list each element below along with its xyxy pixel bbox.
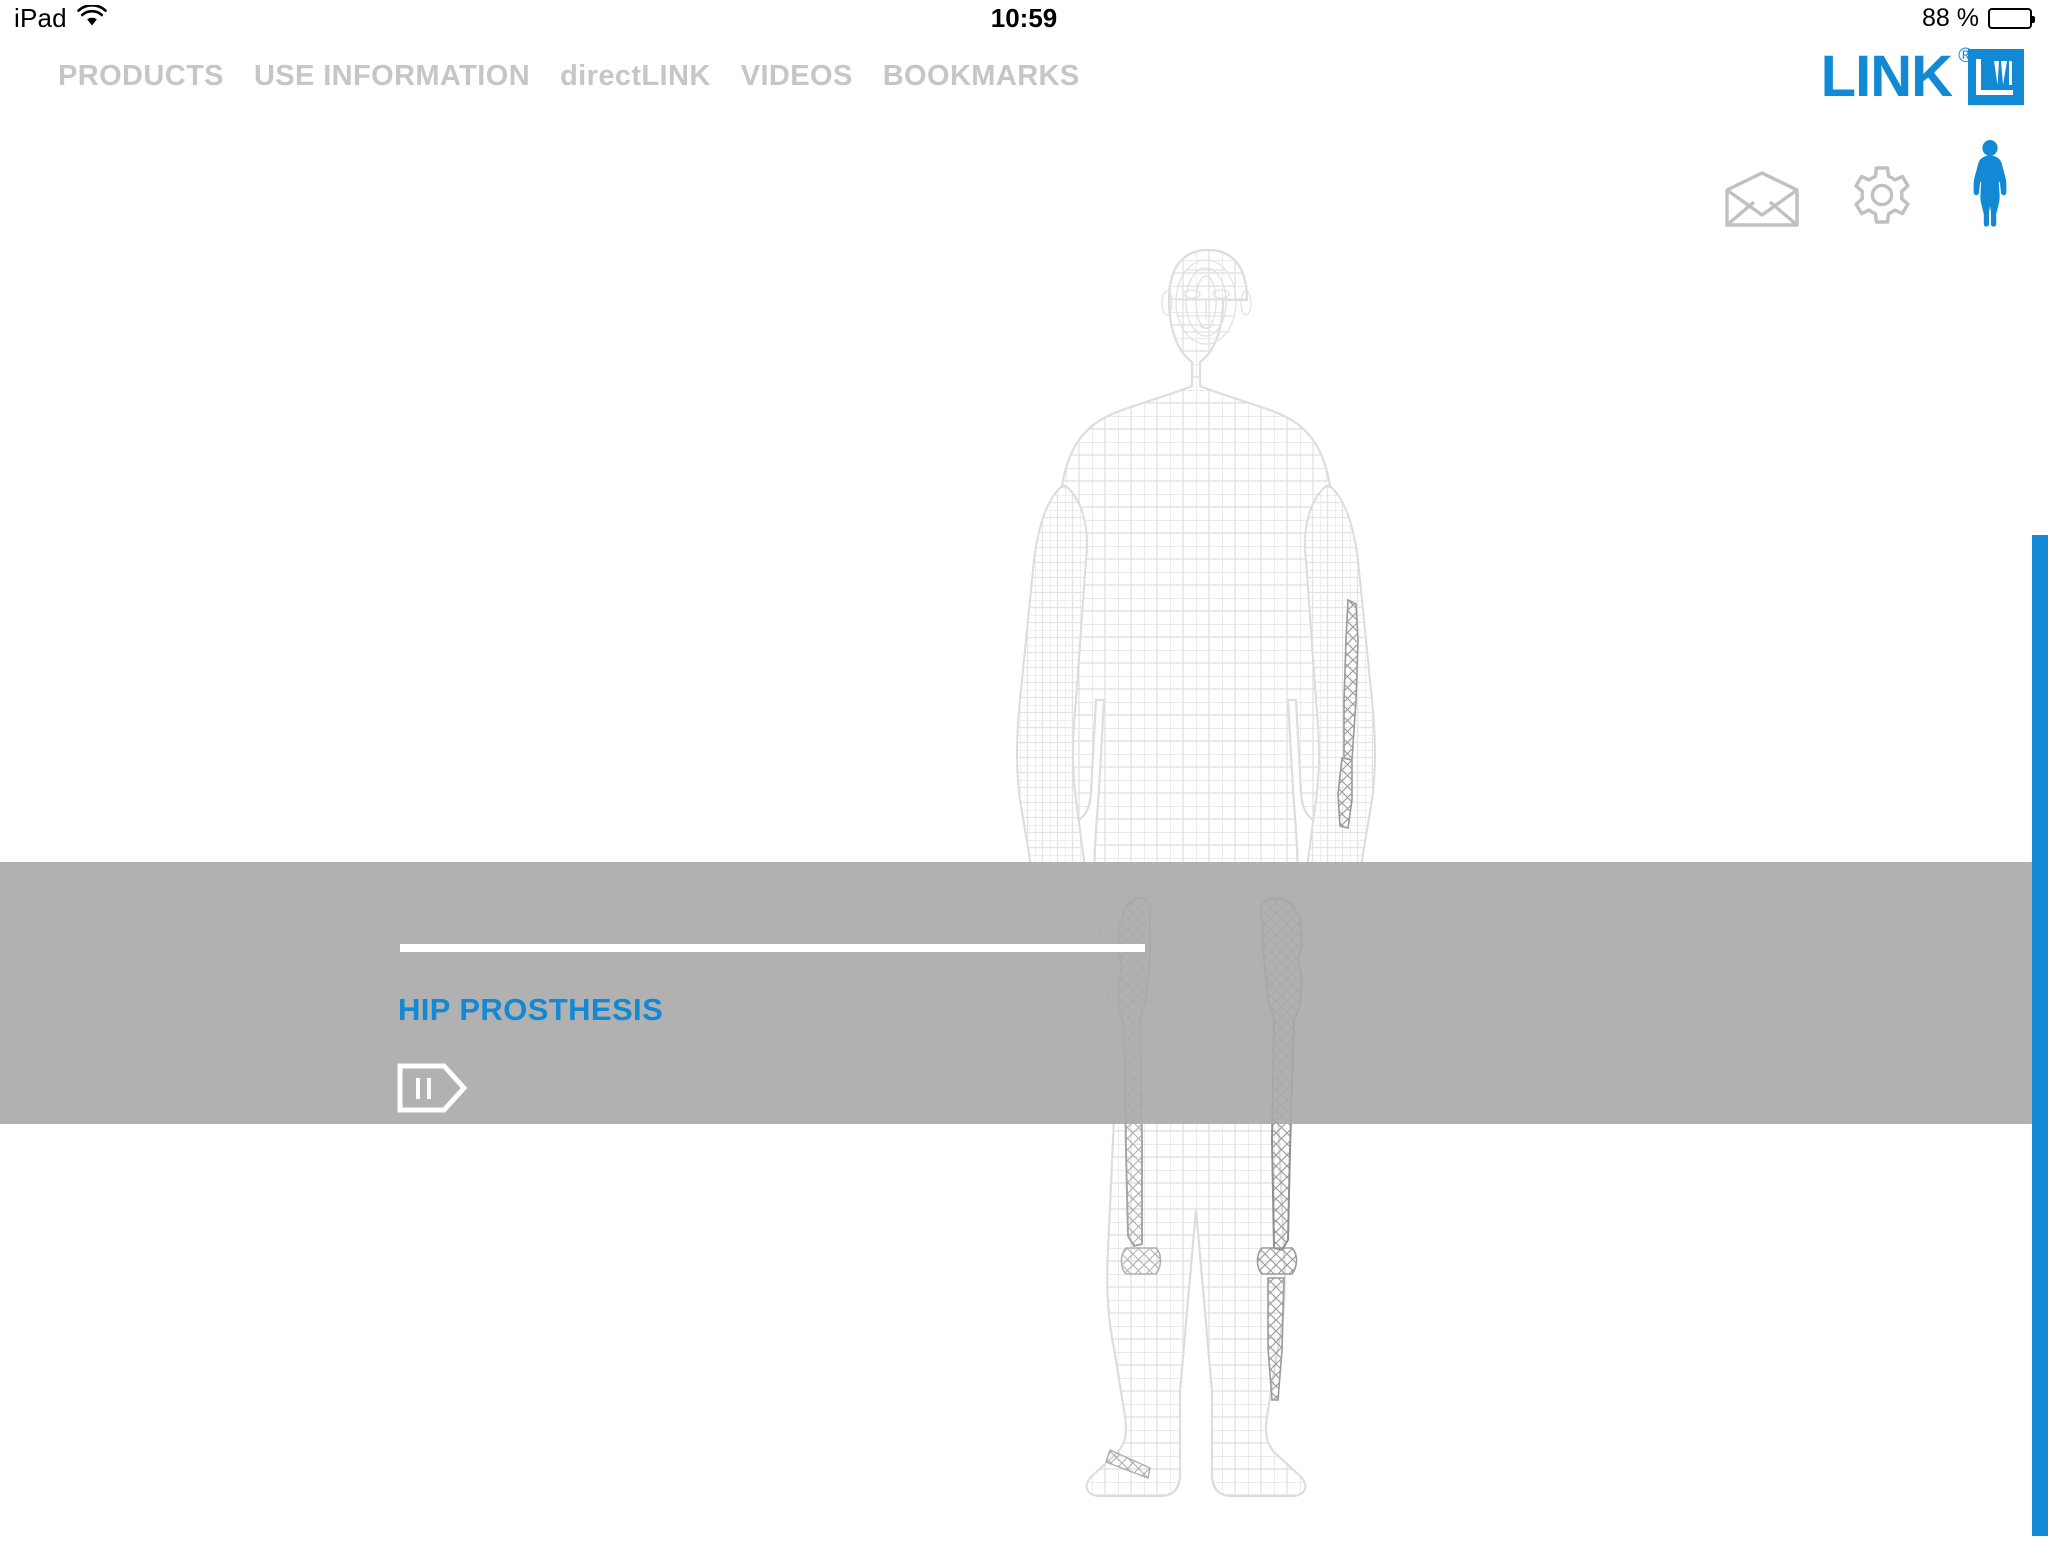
brand-logo[interactable]: LINK ® <box>1821 46 2024 106</box>
callout-leader-line <box>400 944 1145 952</box>
pause-tag-button[interactable] <box>396 1062 468 1114</box>
nav-use-information[interactable]: USE INFORMATION <box>254 60 530 93</box>
nav-videos[interactable]: VIDEOS <box>741 60 853 93</box>
mail-icon[interactable] <box>1724 170 1800 233</box>
main-navigation: PRODUCTS USE INFORMATION directLINK VIDE… <box>58 60 1080 93</box>
status-bar-right: 88 % <box>1922 3 2035 33</box>
nav-products[interactable]: PRODUCTS <box>58 60 224 93</box>
nav-directlink[interactable]: directLINK <box>560 60 711 93</box>
brand-name: LINK <box>1820 44 1953 109</box>
utility-icon-bar <box>1724 140 2016 233</box>
battery-full-icon <box>1988 7 2035 29</box>
pause-icon <box>416 1078 420 1099</box>
callout-title: HIP PROSTHESIS <box>398 992 664 1027</box>
battery-percent-label: 88 % <box>1922 3 1979 32</box>
vertical-scrollbar-thumb[interactable] <box>2032 535 2048 1536</box>
nav-bookmarks[interactable]: BOOKMARKS <box>883 60 1080 93</box>
elbow-implant[interactable] <box>1337 757 1353 829</box>
settings-gear-icon[interactable] <box>1850 164 1914 233</box>
ios-status-bar: iPad 10:59 88 % <box>0 0 2048 36</box>
status-bar-time: 10:59 <box>990 2 1058 33</box>
human-body-icon[interactable] <box>1964 140 2016 233</box>
link-w-square-logo-icon <box>1968 49 2024 105</box>
vertical-scrollbar-track[interactable] <box>2032 0 2048 1536</box>
brand-wordmark-text: LINK ® <box>1821 46 1973 106</box>
hip-prosthesis-info-band: HIP PROSTHESIS <box>0 862 2048 1124</box>
